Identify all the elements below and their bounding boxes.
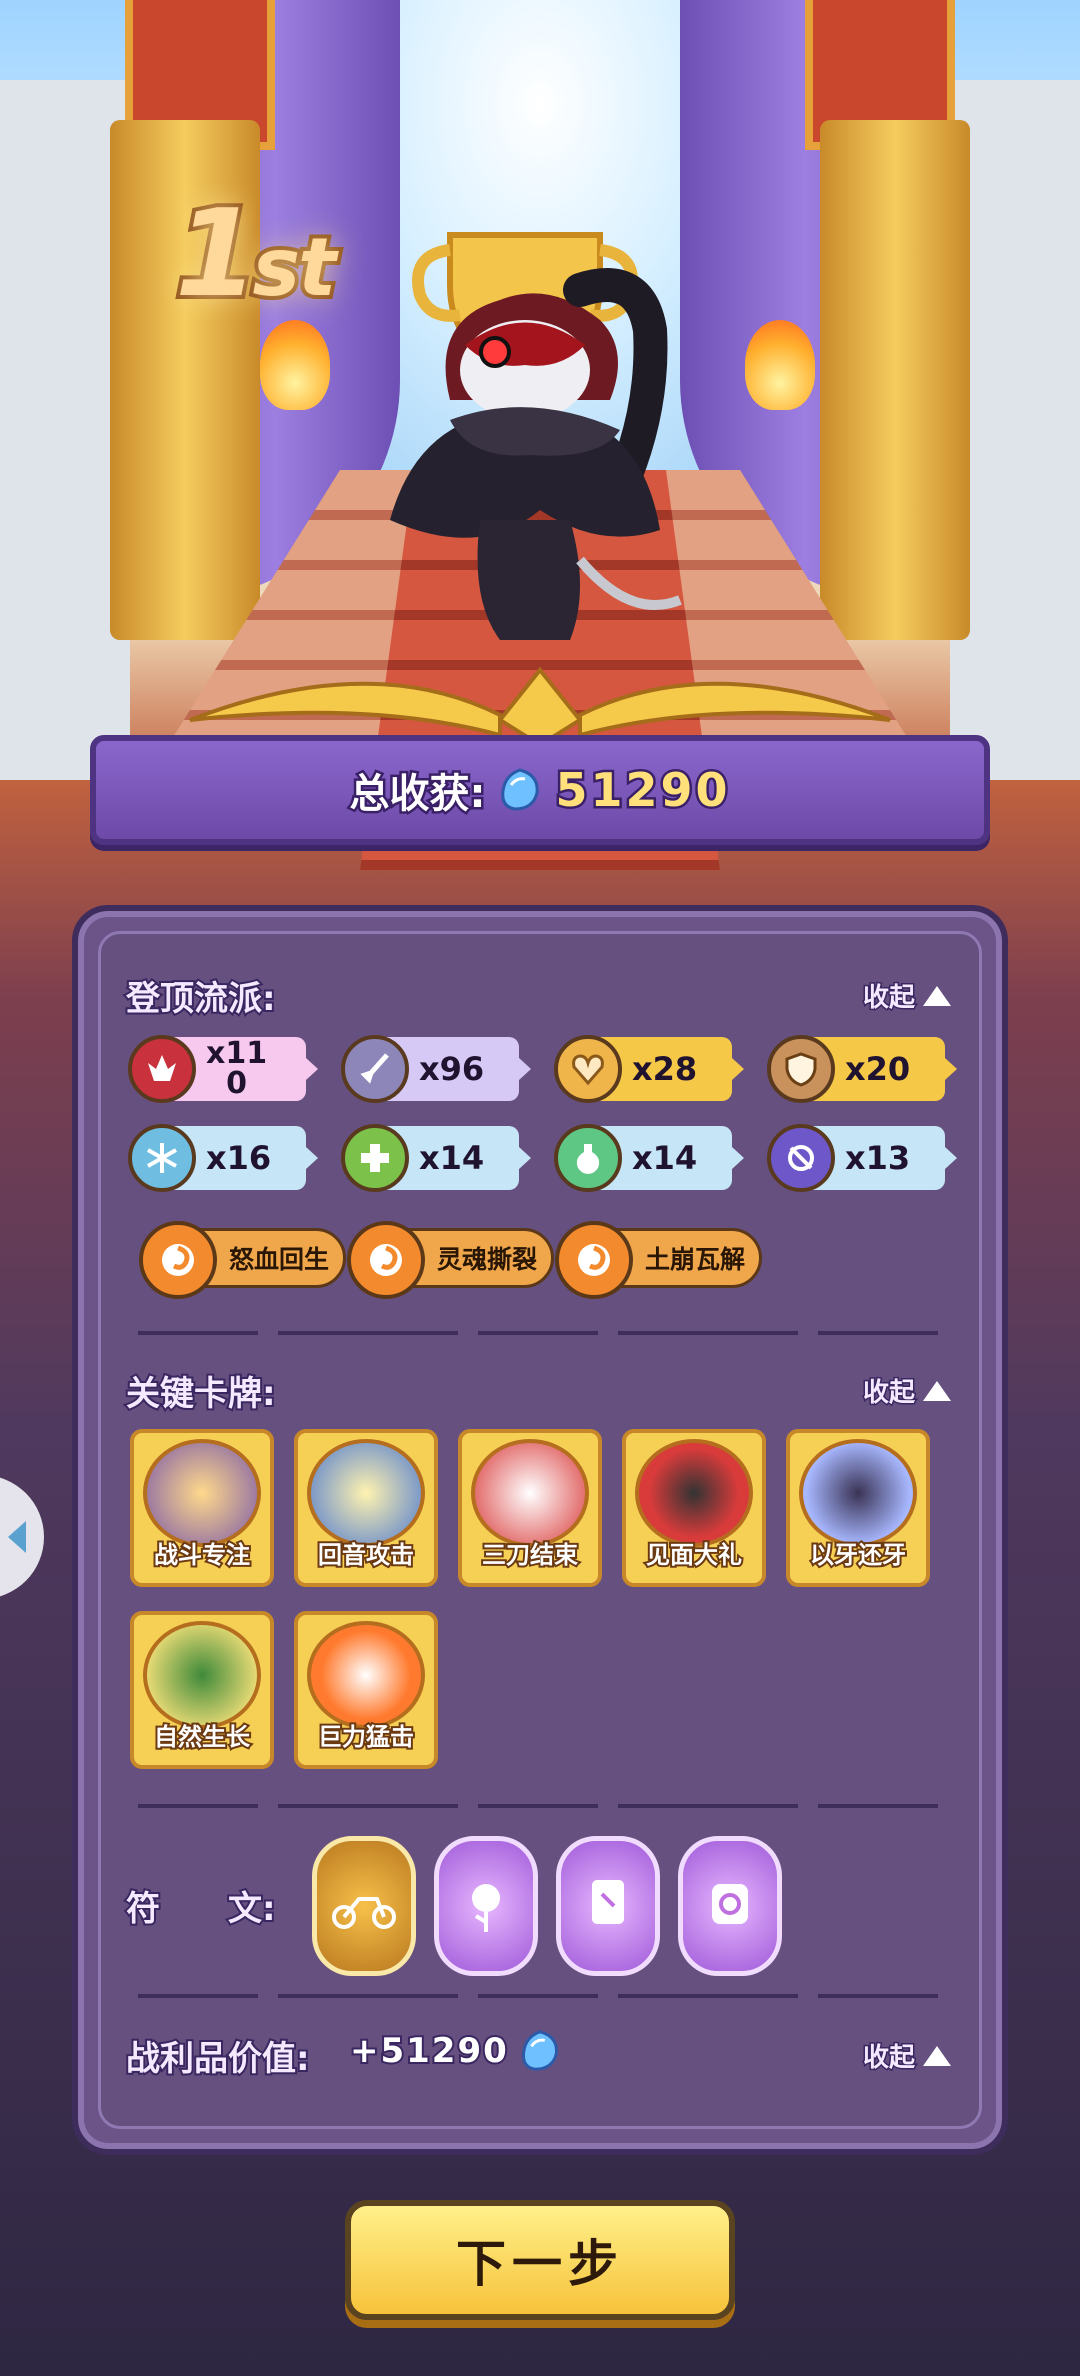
collapse-label: 收起 bbox=[861, 2042, 916, 2075]
card-label: 三刀结束 bbox=[480, 1539, 580, 1571]
card-label: 战斗专注 bbox=[152, 1539, 252, 1571]
tag-count: x20 bbox=[845, 1050, 911, 1088]
sword-icon bbox=[341, 1035, 409, 1103]
skill-tag[interactable]: 灵魂撕裂 bbox=[347, 1221, 554, 1299]
card-battle-focus[interactable]: 战斗专注 bbox=[130, 1429, 274, 1587]
card-echo-attack[interactable]: 回音攻击 bbox=[294, 1429, 438, 1587]
card-rune-icon bbox=[592, 1880, 624, 1924]
school-tag-frost[interactable]: x16 bbox=[128, 1124, 306, 1192]
blue-gem-icon bbox=[501, 768, 540, 811]
card-art bbox=[307, 1621, 425, 1729]
rune-slot[interactable] bbox=[556, 1836, 660, 1976]
school-tag-sword[interactable]: x96 bbox=[341, 1035, 519, 1103]
cards-collapse-button[interactable]: 收起 bbox=[861, 1372, 952, 1410]
total-harvest-banner: 总收获: 51290 bbox=[90, 735, 990, 845]
skill-tag[interactable]: 怒血回生 bbox=[139, 1221, 346, 1299]
results-panel: 登顶流派: 收起 x11 0 x96 x28 x20 x16 x14 x14 x… bbox=[72, 905, 1008, 2155]
tag-count: x14 bbox=[419, 1139, 485, 1177]
card-label: 自然生长 bbox=[152, 1721, 252, 1753]
runes-title: 符 文: bbox=[124, 1887, 278, 1931]
blue-gem-icon bbox=[522, 2030, 558, 2071]
divider bbox=[138, 1331, 958, 1335]
card-art bbox=[635, 1439, 753, 1547]
tag-count: x14 bbox=[632, 1139, 698, 1177]
school-tag-heal[interactable]: x14 bbox=[341, 1124, 519, 1192]
chevron-up-icon bbox=[923, 985, 952, 1006]
card-meeting-gift[interactable]: 见面大礼 bbox=[622, 1429, 766, 1587]
loot-collapse-button[interactable]: 收起 bbox=[861, 2037, 952, 2075]
tag-count: x13 bbox=[845, 1139, 911, 1177]
swirl-icon bbox=[139, 1221, 217, 1299]
school-tag-rage[interactable]: x11 0 bbox=[128, 1035, 306, 1103]
card-art bbox=[471, 1439, 589, 1547]
right-pillar bbox=[820, 120, 970, 640]
heart-icon bbox=[554, 1035, 622, 1103]
card-label: 回音攻击 bbox=[316, 1539, 416, 1571]
chevron-up-icon bbox=[923, 1380, 952, 1401]
tag-count: x16 bbox=[206, 1139, 272, 1177]
card-natural-growth[interactable]: 自然生长 bbox=[130, 1611, 274, 1769]
card-mighty-strike[interactable]: 巨力猛击 bbox=[294, 1611, 438, 1769]
school-tag-heart[interactable]: x28 bbox=[554, 1035, 732, 1103]
cards-title: 关键卡牌: bbox=[124, 1372, 278, 1416]
school-collapse-button[interactable]: 收起 bbox=[861, 977, 952, 1015]
next-button[interactable]: 下一步 bbox=[345, 2200, 735, 2320]
skill-label: 灵魂撕裂 bbox=[437, 1245, 538, 1274]
rune-slot[interactable] bbox=[312, 1836, 416, 1976]
school-tag-shield[interactable]: x20 bbox=[767, 1035, 945, 1103]
potion-icon bbox=[554, 1124, 622, 1192]
loot-value: +51290 bbox=[348, 2029, 509, 2073]
rose-rune-icon bbox=[472, 1884, 500, 1932]
school-tag-potion[interactable]: x14 bbox=[554, 1124, 732, 1192]
card-tooth-for-tooth[interactable]: 以牙还牙 bbox=[786, 1429, 930, 1587]
collapse-label: 收起 bbox=[861, 982, 916, 1015]
divider bbox=[138, 1994, 958, 1998]
chevron-up-icon bbox=[923, 2045, 952, 2066]
card-art bbox=[799, 1439, 917, 1547]
rank-badge: 1st bbox=[171, 181, 340, 328]
collapse-label: 收起 bbox=[861, 1377, 916, 1410]
side-drawer-handle[interactable] bbox=[0, 1475, 44, 1599]
card-label: 以牙还牙 bbox=[808, 1539, 908, 1571]
card-label: 见面大礼 bbox=[644, 1539, 744, 1571]
swirl-icon bbox=[555, 1221, 633, 1299]
total-label: 总收获: bbox=[347, 769, 488, 820]
tag-count: x28 bbox=[632, 1050, 698, 1088]
heal-cross-icon bbox=[341, 1124, 409, 1192]
skill-tag[interactable]: 土崩瓦解 bbox=[555, 1221, 762, 1299]
tag-count: x96 bbox=[419, 1050, 485, 1088]
skill-label: 土崩瓦解 bbox=[645, 1245, 746, 1274]
swirl-icon bbox=[347, 1221, 425, 1299]
total-value: 51290 bbox=[553, 761, 731, 820]
rune-slot[interactable] bbox=[434, 1836, 538, 1976]
card-art bbox=[307, 1439, 425, 1547]
rune-slot[interactable] bbox=[678, 1836, 782, 1976]
motorbike-rune-icon bbox=[332, 1897, 396, 1929]
skill-label: 怒血回生 bbox=[229, 1245, 330, 1274]
snowflake-icon bbox=[128, 1124, 196, 1192]
shield-icon bbox=[767, 1035, 835, 1103]
card-art bbox=[143, 1621, 261, 1729]
school-tag-cycle[interactable]: x13 bbox=[767, 1124, 945, 1192]
scroll-rune-icon bbox=[712, 1884, 748, 1924]
character-sprite bbox=[390, 268, 682, 640]
school-title: 登顶流派: bbox=[124, 977, 278, 1021]
card-art bbox=[143, 1439, 261, 1547]
card-label: 巨力猛击 bbox=[316, 1721, 416, 1753]
rage-icon bbox=[128, 1035, 196, 1103]
tag-count: x11 0 bbox=[206, 1036, 268, 1101]
card-three-slash[interactable]: 三刀结束 bbox=[458, 1429, 602, 1587]
loot-title: 战利品价值: bbox=[124, 2037, 312, 2081]
next-button-label: 下一步 bbox=[456, 2235, 624, 2293]
divider bbox=[138, 1804, 958, 1808]
cycle-icon bbox=[767, 1124, 835, 1192]
